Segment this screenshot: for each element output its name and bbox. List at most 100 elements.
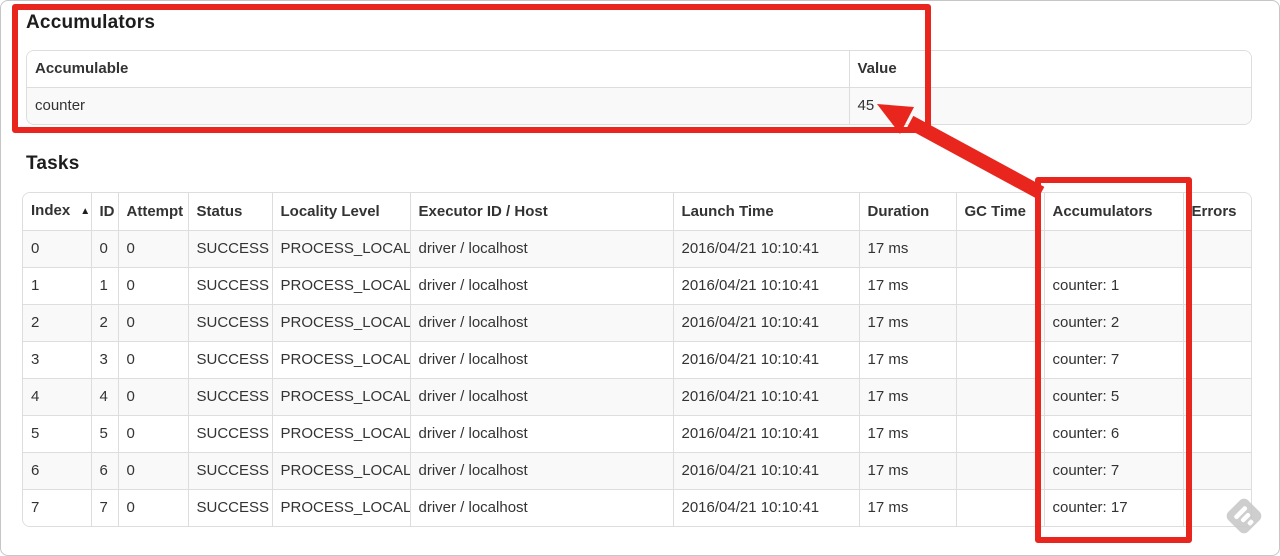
table-cell: 5: [90, 415, 118, 453]
task-header-status[interactable]: Status: [187, 193, 272, 231]
task-row-4: 4 4 0 SUCCESS PROCESS_LOCAL driver / localhos…: [23, 378, 1251, 416]
table-cell: 4: [23, 378, 91, 416]
task-header-attempt[interactable]: Attempt: [117, 193, 188, 231]
header-label: Attempt: [126, 202, 184, 220]
table-cell: SUCCESS: [187, 452, 272, 490]
accumulators-heading: Accumulators: [26, 12, 156, 33]
table-cell: PROCESS_LOCAL: [271, 415, 410, 453]
task-header-launch-time[interactable]: Launch Time: [672, 193, 859, 231]
table-cell: [1182, 489, 1251, 526]
table-cell: 0: [117, 230, 188, 268]
table-cell: counter: 17: [1043, 489, 1183, 526]
table-cell: 0: [117, 489, 188, 526]
table-cell: [1043, 230, 1183, 268]
task-row-7: 7 7 0 SUCCESS PROCESS_LOCAL driver / localhos…: [23, 489, 1251, 526]
task-row-0: 0 0 0 SUCCESS PROCESS_LOCAL driver / localhos…: [23, 230, 1251, 268]
table-cell: driver / localhost: [409, 230, 673, 268]
header-label: Duration: [867, 202, 930, 220]
header-label: GC Time: [964, 202, 1026, 220]
table-cell: 2016/04/21 10:10:41: [672, 415, 859, 453]
table-cell: 2016/04/21 10:10:41: [672, 452, 859, 490]
table-cell: [955, 304, 1044, 342]
table-cell: 0: [90, 230, 118, 268]
table-cell: 2016/04/21 10:10:41: [672, 378, 859, 416]
task-header-executor-id-host[interactable]: Executor ID / Host: [409, 193, 673, 231]
table-cell: 5: [23, 415, 91, 453]
table-cell: [955, 341, 1044, 379]
header-label: ID: [99, 202, 115, 220]
table-cell: SUCCESS: [187, 378, 272, 416]
table-cell: 0: [117, 341, 188, 379]
table-cell: 17 ms: [858, 341, 956, 379]
table-cell: PROCESS_LOCAL: [271, 341, 410, 379]
table-cell: 0: [23, 230, 91, 268]
table-cell: 17 ms: [858, 489, 956, 526]
table-cell: [955, 489, 1044, 526]
header-label: Executor ID / Host: [418, 202, 548, 220]
table-cell: [955, 415, 1044, 453]
header-label: Accumulable: [35, 60, 129, 77]
table-cell: 0: [117, 378, 188, 416]
table-cell: 2016/04/21 10:10:41: [672, 341, 859, 379]
table-cell: 1: [23, 267, 91, 305]
table-cell: counter: 7: [1043, 452, 1183, 490]
table-cell: driver / localhost: [409, 341, 673, 379]
table-cell: [1182, 304, 1251, 342]
task-header-gc-time[interactable]: GC Time: [955, 193, 1044, 231]
table-cell: [1182, 415, 1251, 453]
table-cell: [1182, 452, 1251, 490]
table-cell: [1182, 341, 1251, 379]
table-cell: [1182, 378, 1251, 416]
table-cell: 3: [90, 341, 118, 379]
table-cell: counter: 7: [1043, 341, 1183, 379]
task-row-5: 5 5 0 SUCCESS PROCESS_LOCAL driver / localhos…: [23, 415, 1251, 453]
task-row-1: 1 1 0 SUCCESS PROCESS_LOCAL driver / localhos…: [23, 267, 1251, 305]
table-cell: PROCESS_LOCAL: [271, 304, 410, 342]
task-row-2: 2 2 0 SUCCESS PROCESS_LOCAL driver / localhos…: [23, 304, 1251, 342]
header-label: Value: [857, 60, 897, 77]
task-header-errors[interactable]: Errors: [1182, 193, 1251, 231]
table-cell: counter: [27, 87, 849, 124]
table-cell: 2: [90, 304, 118, 342]
accumulable-row-0: counter 45: [27, 87, 1251, 124]
table-cell: [955, 452, 1044, 490]
table-cell: driver / localhost: [409, 378, 673, 416]
accumulable-header-value: Value: [848, 51, 1251, 88]
table-cell: 6: [90, 452, 118, 490]
task-header-accumulators[interactable]: Accumulators: [1043, 193, 1183, 231]
table-cell: 2016/04/21 10:10:41: [672, 304, 859, 342]
task-header-index[interactable]: Index ▲: [23, 193, 91, 231]
header-label: Accumulators: [1052, 202, 1153, 220]
table-cell: 7: [90, 489, 118, 526]
table-cell: SUCCESS: [187, 304, 272, 342]
task-header-id[interactable]: ID: [90, 193, 118, 231]
accumulators-table-grid: Accumulable Value counter 45: [27, 51, 1251, 124]
table-cell: 17 ms: [858, 304, 956, 342]
task-header-duration[interactable]: Duration: [858, 193, 956, 231]
table-cell: PROCESS_LOCAL: [271, 378, 410, 416]
table-cell: 6: [23, 452, 91, 490]
table-cell: 4: [90, 378, 118, 416]
tasks-table-grid: Index ▲ ID Attempt Status Locality Level Execu…: [23, 193, 1251, 526]
table-cell: 17 ms: [858, 415, 956, 453]
table-cell: PROCESS_LOCAL: [271, 267, 410, 305]
table-cell: 0: [117, 415, 188, 453]
table-cell: 0: [117, 452, 188, 490]
accumulators-header-row: Accumulable Value: [27, 51, 1251, 88]
spark-ui-tasks-page: Accumulators Accumulable Value counter 45 …: [0, 0, 1280, 556]
table-cell: PROCESS_LOCAL: [271, 489, 410, 526]
table-cell: SUCCESS: [187, 267, 272, 305]
table-cell: 2: [23, 304, 91, 342]
tasks-heading: Tasks: [26, 153, 80, 174]
table-cell: PROCESS_LOCAL: [271, 230, 410, 268]
sort-ascending-icon: ▲: [80, 206, 91, 217]
table-cell: [955, 230, 1044, 268]
table-cell: SUCCESS: [187, 415, 272, 453]
task-header-locality-level[interactable]: Locality Level: [271, 193, 410, 231]
table-cell: SUCCESS: [187, 230, 272, 268]
table-cell: counter: 5: [1043, 378, 1183, 416]
task-row-3: 3 3 0 SUCCESS PROCESS_LOCAL driver / localhos…: [23, 341, 1251, 379]
header-label: Launch Time: [681, 202, 774, 220]
table-cell: [1182, 267, 1251, 305]
accumulable-header-accumulable: Accumulable: [27, 51, 849, 88]
